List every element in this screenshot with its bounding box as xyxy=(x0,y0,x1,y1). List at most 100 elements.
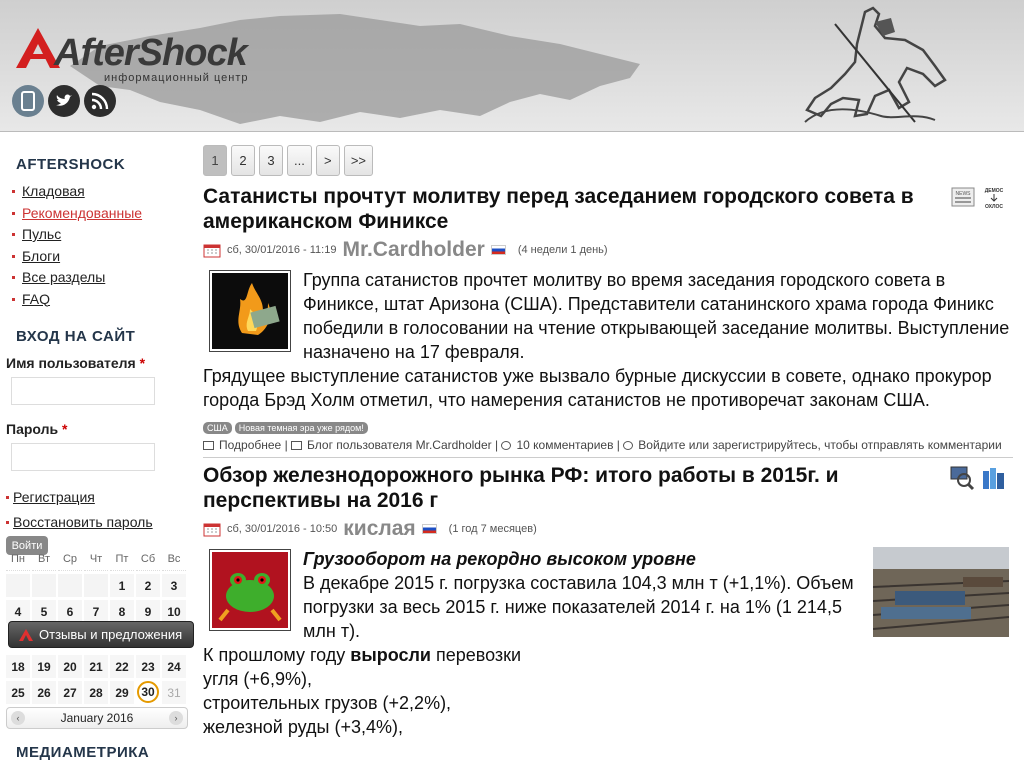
calendar-day[interactable]: 29 xyxy=(110,681,134,704)
calendar-day[interactable]: 19 xyxy=(32,655,56,678)
article: Сатанисты прочтут молитву перед заседани… xyxy=(203,184,1013,454)
comments-link[interactable]: 10 комментариев xyxy=(516,438,613,452)
calendar-day[interactable]: 4 xyxy=(6,600,30,623)
article-links: Подробнее | Блог пользователя Mr.Cardhol… xyxy=(203,437,1013,454)
article-list-item: строительных грузов (+2,2%), xyxy=(203,693,452,713)
sidebar-item-label[interactable]: Пульс xyxy=(22,224,61,246)
calendar-day[interactable]: 21 xyxy=(84,655,108,678)
article-list-item: железной руды (+3,4%), xyxy=(203,717,404,737)
username-input[interactable] xyxy=(11,377,155,405)
article-title[interactable]: Сатанисты прочтут молитву перед заседани… xyxy=(203,184,1013,234)
article-author[interactable]: Mr.Cardholder xyxy=(342,238,484,262)
twitter-icon[interactable] xyxy=(48,85,80,117)
calendar-day[interactable]: 28 xyxy=(84,681,108,704)
calendar-day[interactable]: 10 xyxy=(162,600,186,623)
tag-link[interactable]: США xyxy=(203,422,232,434)
news-icon[interactable]: NEWS xyxy=(951,186,975,208)
article-author[interactable]: кислая xyxy=(343,517,415,541)
calendar-week: 1 2 3 xyxy=(6,574,188,597)
comment-icon xyxy=(501,441,512,451)
railway-yard-photo[interactable] xyxy=(872,547,1010,637)
sidebar-item-label[interactable]: Блоги xyxy=(22,246,60,268)
article-tags: США Новая темная эра уже рядом! xyxy=(203,422,1013,434)
calendar-day[interactable]: 7 xyxy=(84,600,108,623)
last-page-button[interactable]: >> xyxy=(343,145,374,176)
username-label: Имя пользователя * xyxy=(6,355,146,371)
login-title: ВХОД НА САЙТ xyxy=(16,328,136,345)
social-links xyxy=(12,85,116,117)
calendar-day[interactable]: 6 xyxy=(58,600,82,623)
feedback-button[interactable]: Отзывы и предложения xyxy=(8,621,194,648)
calendar-day[interactable]: 22 xyxy=(110,655,134,678)
mediametrics-title: МЕДИАМЕТРИКА xyxy=(16,744,150,761)
article-date: сб, 30/01/2016 - 11:19 xyxy=(227,244,337,256)
page-ellipsis-button[interactable]: ... xyxy=(287,145,312,176)
read-more-icon xyxy=(203,441,214,451)
page-1-button[interactable]: 1 xyxy=(203,145,227,176)
calendar-day[interactable]: 5 xyxy=(32,600,56,623)
calendar-day-today[interactable]: 30 xyxy=(137,681,159,703)
next-page-button[interactable]: > xyxy=(315,145,340,176)
frog-icon xyxy=(212,552,288,628)
svg-text:ДЕМОС: ДЕМОС xyxy=(985,188,1004,194)
sidebar-item-label[interactable]: FAQ xyxy=(22,289,50,311)
calendar-icon xyxy=(203,523,221,537)
sidebar-item-label[interactable]: Рекомендованные xyxy=(22,203,142,225)
article-body: Грузооборот на рекордно высоком уровне В… xyxy=(203,547,1013,739)
calendar-week: 18 19 20 21 22 23 24 xyxy=(6,655,188,678)
article-paragraph: К прошлому году выросли перевозки xyxy=(203,645,522,665)
article-thumbnail[interactable] xyxy=(209,270,291,352)
article-thumbnail[interactable] xyxy=(209,549,291,631)
article-title[interactable]: Обзор железнодорожного рынка РФ: итого р… xyxy=(203,463,1013,513)
calendar-week: 25 26 27 28 29 30 31 xyxy=(6,681,188,704)
login-to-comment-link[interactable]: Войдите или зарегистрируйтесь, чтобы отп… xyxy=(638,438,1001,452)
burning-dollar-icon xyxy=(212,273,288,349)
calendar-day[interactable]: 3 xyxy=(162,574,186,597)
site-logo[interactable]: AfterShock информационный центр xyxy=(14,26,254,86)
logo-subtitle: информационный центр xyxy=(104,72,249,84)
comment-icon xyxy=(623,441,634,451)
calendar-day[interactable]: 18 xyxy=(6,655,30,678)
svg-text:ОХЛОС: ОХЛОС xyxy=(985,204,1003,210)
calendar-prev-button[interactable]: ‹ xyxy=(11,711,25,725)
article-category-icons xyxy=(949,465,1007,491)
demos-ochlos-icon[interactable]: ДЕМОС ОХЛОС xyxy=(981,186,1007,210)
password-input[interactable] xyxy=(11,443,155,471)
sidebar-item-all-sections[interactable]: Все разделы xyxy=(12,267,192,289)
books-icon[interactable] xyxy=(981,465,1007,491)
restore-password-link[interactable]: Восстановить пароль xyxy=(0,512,192,532)
calendar-day[interactable]: 26 xyxy=(32,681,56,704)
russia-flag-icon xyxy=(490,245,506,255)
calendar-day[interactable]: 24 xyxy=(162,655,186,678)
svg-text:NEWS: NEWS xyxy=(956,191,972,197)
calendar-next-button[interactable]: › xyxy=(168,711,183,725)
page-2-button[interactable]: 2 xyxy=(231,145,255,176)
sidebar-item-storage[interactable]: Кладовая xyxy=(12,181,192,203)
calendar-month-label: January 2016 xyxy=(60,711,134,725)
sidebar-item-faq[interactable]: FAQ xyxy=(12,289,192,311)
magnifier-icon[interactable] xyxy=(949,465,975,491)
register-link[interactable]: Регистрация xyxy=(0,487,192,507)
page-3-button[interactable]: 3 xyxy=(259,145,283,176)
sidebar-item-blogs[interactable]: Блоги xyxy=(12,246,192,268)
mobile-icon[interactable] xyxy=(12,85,44,117)
calendar-day[interactable]: 2 xyxy=(136,574,160,597)
password-label: Пароль * xyxy=(6,421,68,437)
read-more-link[interactable]: Подробнее xyxy=(219,438,281,452)
article-text: Грядущее выступление сатанистов уже вызв… xyxy=(203,366,992,410)
calendar-day[interactable]: 8 xyxy=(110,600,134,623)
sidebar-item-label[interactable]: Кладовая xyxy=(22,181,85,203)
calendar-day[interactable]: 23 xyxy=(136,655,160,678)
tag-link[interactable]: Новая темная эра уже рядом! xyxy=(234,422,368,434)
sidebar-item-pulse[interactable]: Пульс xyxy=(12,224,192,246)
sidebar-item-recommended[interactable]: Рекомендованные xyxy=(12,203,192,225)
calendar-day[interactable]: 1 xyxy=(110,574,134,597)
calendar-day[interactable]: 9 xyxy=(136,600,160,623)
calendar-day[interactable]: 27 xyxy=(58,681,82,704)
rss-icon[interactable] xyxy=(84,85,116,117)
calendar-day[interactable]: 25 xyxy=(6,681,30,704)
article: Обзор железнодорожного рынка РФ: итого р… xyxy=(203,463,1013,739)
sidebar-item-label[interactable]: Все разделы xyxy=(22,267,105,289)
calendar-day[interactable]: 20 xyxy=(58,655,82,678)
user-blog-link[interactable]: Блог пользователя Mr.Cardholder xyxy=(307,438,492,452)
